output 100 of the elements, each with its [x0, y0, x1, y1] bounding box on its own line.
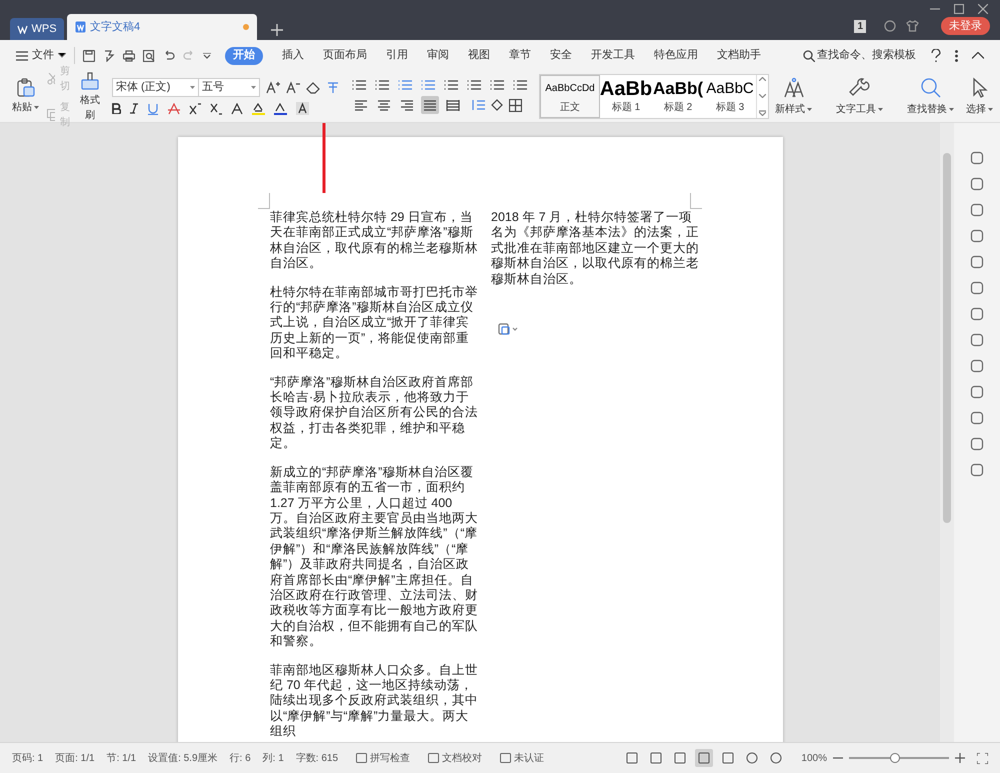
fit-window-icon[interactable] — [977, 752, 988, 764]
paste-button[interactable]: 粘贴 — [12, 78, 39, 115]
ribbon-tab[interactable]: 视图 — [468, 46, 490, 64]
scroll-down-icon[interactable] — [759, 94, 766, 98]
close-icon[interactable] — [978, 4, 988, 14]
paragraph: 新成立的“邦萨摩洛”穆斯林自治区覆盖菲南部原有的五省一市，面积约 1.27 万平方公里，人口超过 400 万。自治区政府主要官员由当地两大武装组织“摩洛伊斯兰解放阵线”（“摩伊解”）和“摩洛民族解放阵线”（“摩解”）及菲政府共同提名，自治区政府首席部长由“摩伊解”主席担任。自治区政府在行政管理、立法司法、财政税收等方面享有比一般地方政府更大的自治权，但不能拥有自己的军队和警察。 — [270, 464, 479, 650]
status-text: 行: 6 — [230, 752, 251, 766]
borders-icon[interactable] — [509, 98, 522, 112]
new-style-button[interactable]: 新样式 — [769, 71, 818, 122]
style-gallery-item[interactable]: AaBbCcDd 正文 — [540, 75, 600, 118]
expand-gallery-icon[interactable] — [759, 110, 766, 116]
ribbon-tab[interactable]: 章节 — [509, 46, 531, 64]
highlight-icon[interactable] — [252, 102, 265, 114]
paste-options-icon — [498, 323, 518, 335]
caret-icon — [190, 86, 195, 89]
proofread-button[interactable]: 文档校对 — [428, 750, 482, 766]
select-button[interactable]: 选择 — [960, 71, 999, 122]
font-color-icon[interactable] — [274, 102, 287, 114]
maximize-icon[interactable] — [954, 4, 964, 14]
zoom-in-icon[interactable] — [955, 753, 965, 763]
eraser-icon[interactable] — [306, 81, 320, 94]
bullets-icon[interactable] — [352, 79, 366, 91]
vertical-scrollbar[interactable] — [940, 123, 954, 742]
text-tools-button[interactable]: 文字工具 — [830, 71, 889, 122]
print-preview-icon[interactable] — [143, 50, 155, 62]
undo-icon[interactable] — [163, 50, 175, 62]
align-justify-button[interactable] — [421, 96, 439, 114]
character-shading-icon[interactable] — [296, 102, 309, 115]
logo-icon — [17, 24, 28, 34]
search-icon — [803, 50, 815, 62]
style-gallery-item[interactable]: AaBb( 标题 2 — [652, 75, 704, 118]
caret-icon — [58, 53, 66, 58]
italic-icon[interactable] — [130, 103, 138, 114]
style-gallery-item[interactable]: AaBb 标题 1 — [600, 75, 652, 118]
shading-icon[interactable] — [490, 99, 504, 111]
font-name-dropdown[interactable]: 宋体 (正文) — [113, 79, 199, 96]
page-view-icon — [698, 752, 710, 764]
caret-icon — [949, 108, 954, 110]
ribbon-tab[interactable]: 开发工具 — [591, 46, 635, 64]
status-text: 字数: 615 — [296, 752, 338, 766]
ribbon-tab[interactable]: 页面布局 — [323, 46, 367, 64]
app-tab[interactable]: WPS — [10, 18, 64, 40]
scrollbar-thumb[interactable] — [943, 153, 951, 523]
underline-icon[interactable] — [147, 102, 159, 114]
status-text: 设置值: 5.9厘米 — [148, 752, 218, 766]
status-text: 页码: 1 — [12, 752, 44, 766]
strikethrough-icon[interactable] — [168, 102, 180, 114]
caret-icon — [251, 86, 256, 89]
new-tab-icon[interactable] — [271, 24, 283, 36]
align-justify-icon — [423, 98, 437, 112]
spell-check-button[interactable]: 拼写检查 — [356, 750, 410, 766]
ribbon-tab[interactable]: 引用 — [386, 46, 408, 64]
find-replace-button[interactable]: 查找替换 — [901, 71, 960, 122]
document-tab[interactable]: 文字文稿4 — [67, 14, 257, 40]
status-text: 节: 1/1 — [106, 752, 136, 766]
ribbon-tab[interactable]: 特色应用 — [654, 46, 698, 64]
copy-icon — [47, 108, 56, 120]
bold-icon[interactable] — [112, 103, 121, 114]
ribbon-tab[interactable]: 开始 — [225, 46, 263, 64]
ribbon-tab[interactable]: 审阅 — [427, 46, 449, 64]
command-search-field[interactable]: 查找命令、搜索模板 — [803, 47, 917, 64]
format-painter-button[interactable]: 格式刷 — [80, 70, 100, 122]
file-menu[interactable]: 文件 — [16, 47, 75, 64]
status-text: 列: 1 — [262, 752, 284, 766]
shrink-font-icon[interactable] — [286, 81, 300, 94]
style-gallery-item[interactable]: AaBbC 标题 3 — [704, 75, 756, 118]
grow-font-icon[interactable] — [266, 81, 280, 94]
scissors-icon — [47, 72, 56, 84]
collapse-icon[interactable] — [972, 52, 984, 59]
align-distributed-icon — [446, 98, 460, 112]
slider-thumb[interactable] — [890, 753, 900, 763]
search-icon — [920, 76, 942, 98]
zoom-percentage[interactable]: 100% — [801, 750, 827, 766]
clipboard-icon — [16, 78, 36, 98]
superscript-icon[interactable] — [189, 102, 201, 114]
print-icon[interactable] — [123, 50, 135, 62]
align-right-icon — [400, 98, 414, 112]
paragraph: 菲律宾总统杜特尔特 29 日宣布，当天在菲南部正式成立“邦萨摩洛”穆斯林自治区，取代原有的棉兰老穆斯林自治区。 — [270, 210, 479, 272]
more-icon[interactable] — [955, 50, 958, 62]
paragraph: 2018 年 7 月，杜特尔特签署了一项名为《邦萨摩洛基本法》的法案，正式批准在菲南部地区建立一个更大的穆斯林自治区，以取代原有的棉兰老穆斯林自治区。 — [491, 210, 700, 288]
status-text: 页面: 1/1 — [55, 752, 95, 766]
shirt-icon[interactable] — [906, 20, 919, 32]
caret-icon — [878, 108, 883, 110]
subscript-icon[interactable] — [210, 102, 222, 114]
ribbon-tab[interactable]: 安全 — [550, 46, 572, 64]
ribbon-tab[interactable]: 插入 — [282, 46, 304, 64]
login-button[interactable]: 未登录 — [941, 17, 990, 35]
scroll-up-icon[interactable] — [759, 77, 766, 81]
save-icon[interactable] — [83, 50, 95, 62]
ribbon-tab[interactable]: 文档助手 — [717, 46, 761, 64]
margin-corner-mark — [690, 193, 702, 209]
menu-icon — [16, 50, 28, 60]
brush-icon — [80, 70, 100, 90]
page-view-button[interactable] — [695, 749, 714, 767]
line-spacing-icon[interactable] — [471, 99, 485, 111]
paragraph: “邦萨摩洛”穆斯林自治区政府首席部长哈吉·易卜拉欣表示，他将致力于领导政府保护自治区所有公民的合法权益，打击各类犯罪，维护和平稳定。 — [270, 374, 479, 452]
font-size-dropdown[interactable]: 五号 — [199, 79, 259, 96]
dropdown-caret-icon[interactable] — [203, 52, 211, 58]
text-effect-icon[interactable] — [231, 102, 243, 114]
align-left-icon — [354, 98, 368, 112]
